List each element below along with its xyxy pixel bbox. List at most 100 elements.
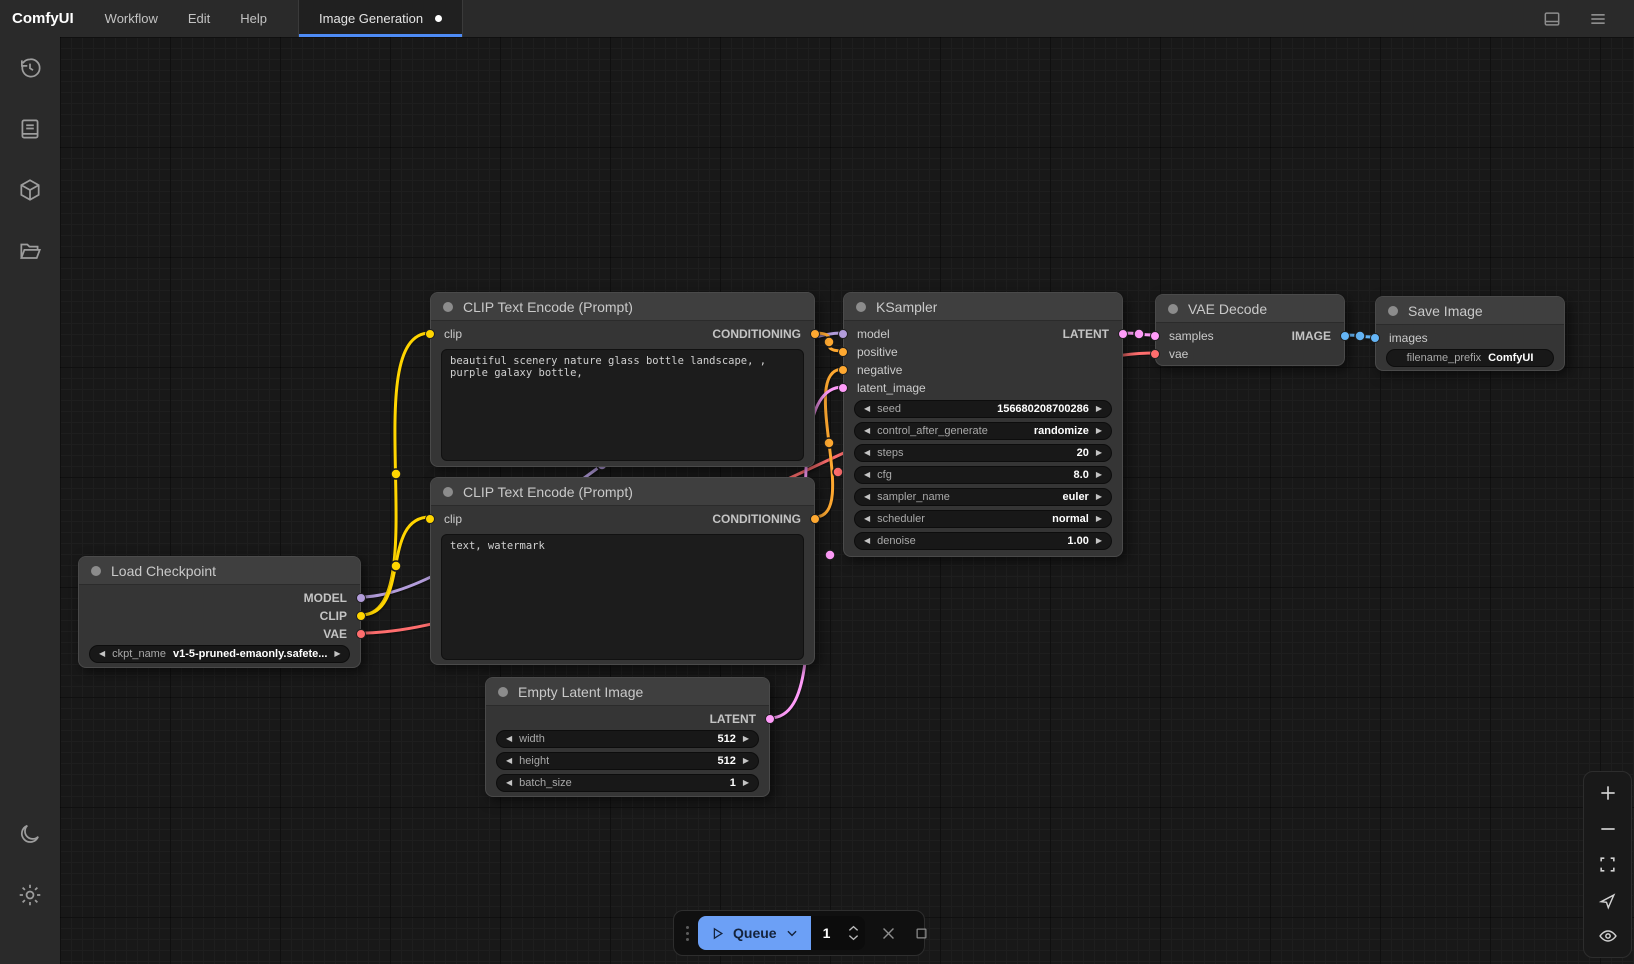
- widget-cfg[interactable]: ◀ cfg 8.0 ▶: [854, 466, 1112, 484]
- input-port-clip[interactable]: [425, 514, 435, 524]
- chevron-down-icon[interactable]: [785, 926, 799, 940]
- output-port-conditioning[interactable]: [810, 329, 820, 339]
- output-port-image[interactable]: [1340, 331, 1350, 341]
- collapse-dot[interactable]: [443, 487, 453, 497]
- zoom-out-icon[interactable]: [1590, 814, 1626, 844]
- queue-actionbar[interactable]: Queue 1: [673, 910, 925, 956]
- input-port-positive[interactable]: [838, 347, 848, 357]
- spinner-up-icon[interactable]: [848, 925, 859, 932]
- menu-edit[interactable]: Edit: [173, 0, 225, 37]
- output-port-vae[interactable]: [356, 629, 366, 639]
- node-header[interactable]: Empty Latent Image: [486, 678, 769, 706]
- theme-toggle-moon-icon[interactable]: [8, 812, 52, 856]
- widget-seed[interactable]: ◀ seed 156680208700286 ▶: [854, 400, 1112, 418]
- output-port-latent[interactable]: [765, 714, 775, 724]
- output-port-clip[interactable]: [356, 611, 366, 621]
- decrement-arrow-icon[interactable]: ◀: [864, 471, 870, 479]
- decrement-arrow-icon[interactable]: ◀: [864, 537, 870, 545]
- increment-arrow-icon[interactable]: ▶: [743, 779, 749, 787]
- select-mode-icon[interactable]: [1590, 885, 1626, 915]
- node-header[interactable]: KSampler: [844, 293, 1122, 321]
- increment-arrow-icon[interactable]: ▶: [1096, 405, 1102, 413]
- increment-arrow-icon[interactable]: ▶: [1096, 493, 1102, 501]
- hamburger-menu-icon[interactable]: [1588, 9, 1608, 29]
- node-header[interactable]: CLIP Text Encode (Prompt): [431, 293, 814, 321]
- collapse-dot[interactable]: [1168, 304, 1178, 314]
- queue-history-icon[interactable]: [8, 46, 52, 90]
- node-header[interactable]: Save Image: [1376, 297, 1564, 325]
- widget-batch-size[interactable]: ◀ batch_size 1 ▶: [496, 774, 759, 792]
- increment-arrow-icon[interactable]: ▶: [1096, 427, 1102, 435]
- prompt-textarea[interactable]: text, watermark: [441, 534, 804, 660]
- decrement-arrow-icon[interactable]: ◀: [506, 735, 512, 743]
- clear-queue-icon[interactable]: [880, 925, 897, 942]
- input-port-latent-image[interactable]: [838, 383, 848, 393]
- fit-view-icon[interactable]: [1590, 849, 1626, 879]
- increment-arrow-icon[interactable]: ▶: [1096, 515, 1102, 523]
- collapse-dot[interactable]: [443, 302, 453, 312]
- node-clip-text-encode-negative[interactable]: CLIP Text Encode (Prompt) clip CONDITION…: [430, 477, 815, 665]
- queue-button[interactable]: Queue: [698, 916, 811, 950]
- node-clip-text-encode-positive[interactable]: CLIP Text Encode (Prompt) clip CONDITION…: [430, 292, 815, 467]
- output-port-latent[interactable]: [1118, 329, 1128, 339]
- workflow-tab[interactable]: Image Generation: [298, 0, 463, 37]
- input-port-images[interactable]: [1370, 333, 1380, 343]
- increment-arrow-icon[interactable]: ▶: [743, 757, 749, 765]
- stop-icon[interactable]: [914, 926, 929, 941]
- batch-count-input[interactable]: 1: [811, 916, 865, 950]
- zoom-in-icon[interactable]: [1590, 778, 1626, 808]
- node-load-checkpoint[interactable]: Load Checkpoint MODEL CLIP VAE ◀ ckpt_na…: [78, 556, 361, 668]
- widget-scheduler[interactable]: ◀ scheduler normal ▶: [854, 510, 1112, 528]
- decrement-arrow-icon[interactable]: ◀: [99, 650, 105, 658]
- toggle-link-visibility-eye-icon[interactable]: [1590, 921, 1626, 951]
- workflows-folder-icon[interactable]: [8, 229, 52, 273]
- node-library-icon[interactable]: [8, 107, 52, 151]
- widget-steps[interactable]: ◀ steps 20 ▶: [854, 444, 1112, 462]
- widget-denoise[interactable]: ◀ denoise 1.00 ▶: [854, 532, 1112, 550]
- node-header[interactable]: CLIP Text Encode (Prompt): [431, 478, 814, 506]
- input-port-vae[interactable]: [1150, 349, 1160, 359]
- increment-arrow-icon[interactable]: ▶: [1096, 449, 1102, 457]
- node-header[interactable]: Load Checkpoint: [79, 557, 360, 585]
- widget-control-after-generate[interactable]: ◀ control_after_generate randomize ▶: [854, 422, 1112, 440]
- decrement-arrow-icon[interactable]: ◀: [506, 757, 512, 765]
- model-library-icon[interactable]: [8, 168, 52, 212]
- node-empty-latent-image[interactable]: Empty Latent Image LATENT ◀ width 512 ▶ …: [485, 677, 770, 797]
- settings-gear-icon[interactable]: [8, 873, 52, 917]
- collapse-dot[interactable]: [856, 302, 866, 312]
- widget-ckpt-name[interactable]: ◀ ckpt_name v1-5-pruned-emaonly.safete..…: [89, 645, 350, 663]
- widget-width[interactable]: ◀ width 512 ▶: [496, 730, 759, 748]
- menu-workflow[interactable]: Workflow: [90, 0, 173, 37]
- collapse-dot[interactable]: [91, 566, 101, 576]
- decrement-arrow-icon[interactable]: ◀: [864, 493, 870, 501]
- drag-handle-icon[interactable]: [686, 926, 689, 941]
- increment-arrow-icon[interactable]: ▶: [334, 650, 340, 658]
- node-ksampler[interactable]: KSampler model LATENT positive negative …: [843, 292, 1123, 557]
- widget-filename-prefix[interactable]: filename_prefix ComfyUI: [1386, 349, 1554, 367]
- node-header[interactable]: VAE Decode: [1156, 295, 1344, 323]
- prompt-textarea[interactable]: beautiful scenery nature glass bottle la…: [441, 349, 804, 461]
- node-vae-decode[interactable]: VAE Decode samples IMAGE vae: [1155, 294, 1345, 366]
- output-port-model[interactable]: [356, 593, 366, 603]
- decrement-arrow-icon[interactable]: ◀: [506, 779, 512, 787]
- node-save-image[interactable]: Save Image images filename_prefix ComfyU…: [1375, 296, 1565, 371]
- output-port-conditioning[interactable]: [810, 514, 820, 524]
- decrement-arrow-icon[interactable]: ◀: [864, 515, 870, 523]
- input-port-model[interactable]: [838, 329, 848, 339]
- decrement-arrow-icon[interactable]: ◀: [864, 405, 870, 413]
- input-port-clip[interactable]: [425, 329, 435, 339]
- increment-arrow-icon[interactable]: ▶: [1096, 537, 1102, 545]
- collapse-dot[interactable]: [1388, 306, 1398, 316]
- collapse-dot[interactable]: [498, 687, 508, 697]
- widget-height[interactable]: ◀ height 512 ▶: [496, 752, 759, 770]
- toggle-bottom-panel-icon[interactable]: [1542, 9, 1562, 29]
- spinner-down-icon[interactable]: [848, 934, 859, 941]
- increment-arrow-icon[interactable]: ▶: [1096, 471, 1102, 479]
- decrement-arrow-icon[interactable]: ◀: [864, 427, 870, 435]
- input-port-samples[interactable]: [1150, 331, 1160, 341]
- menu-help[interactable]: Help: [225, 0, 282, 37]
- widget-sampler-name[interactable]: ◀ sampler_name euler ▶: [854, 488, 1112, 506]
- decrement-arrow-icon[interactable]: ◀: [864, 449, 870, 457]
- input-port-negative[interactable]: [838, 365, 848, 375]
- increment-arrow-icon[interactable]: ▶: [743, 735, 749, 743]
